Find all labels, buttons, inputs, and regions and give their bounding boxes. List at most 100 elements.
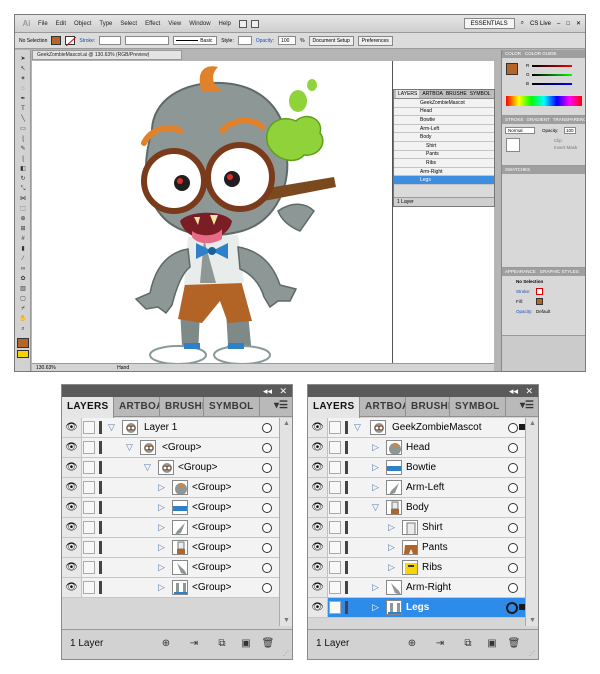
target-circle-icon[interactable] bbox=[262, 463, 272, 473]
target-circle-icon[interactable] bbox=[508, 523, 518, 533]
zoom-level[interactable]: 130.63% bbox=[36, 365, 56, 371]
expand-triangle-icon[interactable]: ▷ bbox=[158, 541, 165, 554]
lock-toggle[interactable] bbox=[329, 561, 341, 574]
type-tool-icon[interactable]: T bbox=[19, 106, 27, 112]
menu-edit[interactable]: Edit bbox=[56, 21, 66, 27]
scroll-down-icon[interactable]: ▼ bbox=[283, 617, 290, 624]
fill-swatch[interactable] bbox=[51, 36, 62, 45]
stroke-swatch[interactable] bbox=[65, 36, 77, 46]
magic-wand-tool-icon[interactable]: ✶ bbox=[19, 76, 27, 82]
resize-grip-icon[interactable]: ⋰ bbox=[283, 650, 289, 657]
menu-select[interactable]: Select bbox=[120, 21, 137, 27]
lock-toggle[interactable] bbox=[83, 541, 95, 554]
target-circle-icon[interactable] bbox=[508, 563, 518, 573]
lock-toggle[interactable] bbox=[329, 461, 341, 474]
opacity-label[interactable]: Opacity: bbox=[256, 38, 274, 44]
lock-toggle[interactable] bbox=[329, 421, 341, 434]
target-circle-icon[interactable] bbox=[262, 563, 272, 573]
mesh-tool-icon[interactable]: # bbox=[19, 236, 27, 242]
lock-toggle[interactable] bbox=[83, 421, 95, 434]
collapse-icon[interactable]: ◂◂ bbox=[263, 386, 272, 396]
target-circle-icon[interactable] bbox=[508, 463, 518, 473]
visibility-eye-icon[interactable]: 👁 bbox=[308, 458, 328, 477]
target-circle-icon[interactable] bbox=[262, 543, 272, 553]
variable-width-field[interactable] bbox=[125, 36, 170, 45]
layer-row-selected[interactable]: 👁 ▷ Legs bbox=[308, 598, 526, 618]
target-circle-icon[interactable] bbox=[508, 503, 518, 513]
expand-triangle-icon[interactable]: ▷ bbox=[158, 481, 165, 494]
line-tool-icon[interactable]: ╲ bbox=[19, 116, 27, 122]
resize-grip-icon[interactable]: ⋰ bbox=[529, 650, 535, 657]
lock-toggle[interactable] bbox=[83, 441, 95, 454]
free-transform-tool-icon[interactable]: ⬚ bbox=[19, 206, 27, 212]
mini-layer-row[interactable]: Ribs bbox=[394, 159, 494, 168]
bridge-icon[interactable] bbox=[238, 19, 247, 28]
scroll-down-icon[interactable]: ▼ bbox=[529, 617, 536, 624]
style-field[interactable] bbox=[237, 36, 252, 45]
mini-layer-row[interactable]: Pants bbox=[394, 150, 494, 160]
new-layer-icon[interactable]: ▣ bbox=[484, 637, 500, 651]
expand-triangle-icon[interactable]: ▷ bbox=[372, 461, 379, 474]
tab-transparency[interactable]: TRANSPARENCY bbox=[553, 116, 585, 124]
layer-row[interactable]: 👁 ▷ Shirt bbox=[308, 518, 526, 538]
collapse-icon[interactable]: ◂◂ bbox=[509, 386, 518, 396]
panel-scrollbar[interactable]: ▲ ▼ bbox=[525, 418, 538, 626]
close-icon[interactable]: ✕ bbox=[576, 20, 581, 27]
layer-row[interactable]: 👁 ▷ <Group> bbox=[62, 558, 280, 578]
layer-row[interactable]: 👁 ▽ Body bbox=[308, 498, 526, 518]
appearance-opacity[interactable]: Opacity: bbox=[516, 309, 533, 314]
layer-row[interactable]: 👁 ▷ Ribs bbox=[308, 558, 526, 578]
tab-artboards[interactable]: ARTBOA bbox=[360, 397, 406, 417]
scale-tool-icon[interactable]: ⤡ bbox=[19, 186, 27, 192]
target-circle-icon[interactable] bbox=[262, 583, 272, 593]
color-panel-tabs[interactable]: COLOR COLOR GUIDE bbox=[502, 50, 585, 58]
visibility-eye-icon[interactable]: 👁 bbox=[308, 498, 328, 517]
shape-builder-tool-icon[interactable]: ⊕ bbox=[19, 216, 27, 222]
visibility-eye-icon[interactable]: 👁 bbox=[308, 518, 328, 537]
scroll-up-icon[interactable]: ▲ bbox=[283, 420, 290, 427]
menu-view[interactable]: View bbox=[168, 21, 181, 27]
layer-row[interactable]: 👁 ▷ Arm-Right bbox=[308, 578, 526, 598]
hand-tool-icon[interactable]: ✋ bbox=[19, 316, 27, 322]
menu-window[interactable]: Window bbox=[189, 21, 210, 27]
appearance-stroke-swatch[interactable] bbox=[536, 288, 543, 295]
mini-layer-row[interactable]: Arm-Left bbox=[394, 124, 494, 134]
visibility-eye-icon[interactable]: 👁 bbox=[62, 558, 82, 577]
lock-toggle[interactable] bbox=[329, 601, 341, 614]
lock-toggle[interactable] bbox=[83, 461, 95, 474]
lock-toggle[interactable] bbox=[83, 501, 95, 514]
target-circle-icon[interactable] bbox=[508, 583, 518, 593]
tab-color[interactable]: COLOR bbox=[505, 50, 521, 58]
minimize-icon[interactable]: – bbox=[557, 21, 560, 27]
paintbrush-tool-icon[interactable]: ɭ bbox=[19, 136, 27, 142]
expand-triangle-icon[interactable]: ▷ bbox=[158, 501, 165, 514]
mini-tab-symbols[interactable]: SYMBOL bbox=[470, 90, 491, 98]
appearance-fill[interactable]: Fill: bbox=[516, 299, 523, 304]
locate-object-icon[interactable]: ⊕ bbox=[404, 637, 420, 651]
tab-brushes[interactable]: BRUSHE bbox=[406, 397, 450, 417]
layer-row[interactable]: 👁 ▽ Layer 1 bbox=[62, 418, 280, 438]
tab-symbols[interactable]: SYMBOL bbox=[204, 397, 260, 417]
expand-triangle-icon[interactable]: ▷ bbox=[372, 581, 379, 594]
stroke-panel-tabs[interactable]: STROKE GRADIENT TRANSPARENCY bbox=[502, 116, 585, 124]
target-circle-icon[interactable] bbox=[508, 423, 518, 433]
layer-row[interactable]: 👁 ▷ Arm-Left bbox=[308, 478, 526, 498]
expand-triangle-icon[interactable]: ▽ bbox=[108, 421, 115, 434]
clipping-mask-icon[interactable]: ⇥ bbox=[432, 637, 448, 651]
menu-object[interactable]: Object bbox=[74, 21, 91, 27]
delete-layer-icon[interactable]: 🗑 bbox=[506, 637, 522, 651]
preferences-button[interactable]: Preferences bbox=[357, 35, 393, 46]
layer-row[interactable]: 👁 ▷ Bowtie bbox=[308, 458, 526, 478]
mini-tab-layers[interactable]: LAYERS bbox=[396, 90, 420, 98]
close-icon[interactable]: ✕ bbox=[279, 386, 287, 396]
visibility-eye-icon[interactable]: 👁 bbox=[308, 438, 328, 457]
document-setup-button[interactable]: Document Setup bbox=[308, 35, 354, 46]
gradient-tool-icon[interactable]: ▮ bbox=[19, 246, 27, 252]
mini-layer-row[interactable]: Arm-Right bbox=[394, 167, 494, 177]
color-spectrum[interactable] bbox=[506, 96, 582, 106]
pen-tool-icon[interactable]: ✒ bbox=[19, 96, 27, 102]
clipping-mask-icon[interactable]: ⇥ bbox=[186, 637, 202, 651]
visibility-eye-icon[interactable]: 👁 bbox=[308, 578, 328, 597]
target-circle-icon[interactable] bbox=[508, 483, 518, 493]
layer-row[interactable]: 👁 ▷ <Group> bbox=[62, 498, 280, 518]
